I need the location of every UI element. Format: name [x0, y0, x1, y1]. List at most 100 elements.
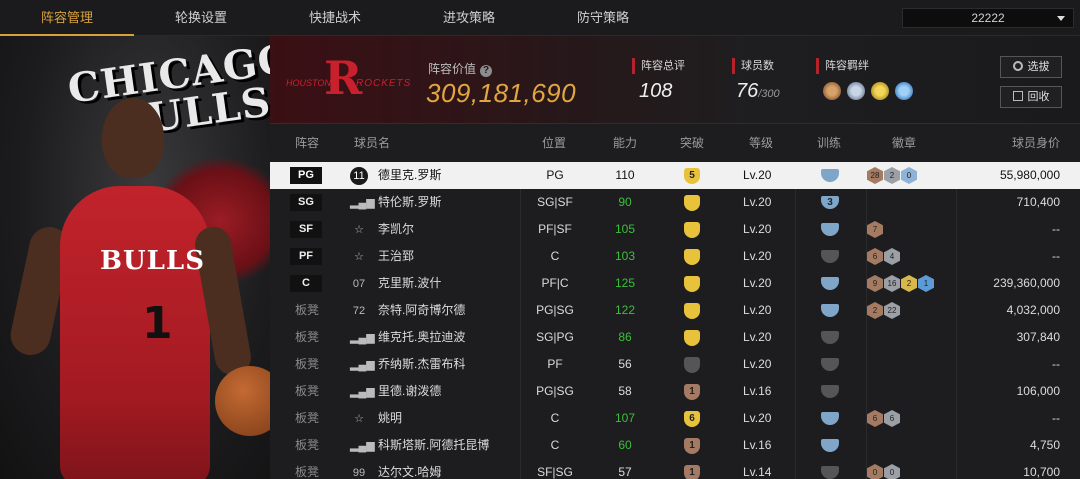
bench-label: 板凳 — [295, 465, 320, 479]
breakthrough-value: 5 — [689, 170, 695, 181]
player-number-icon: 11 — [350, 167, 368, 185]
table-row[interactable]: SF ☆ 李凯尔 PF|SF 105 Lv.20 7 -- — [270, 216, 1080, 243]
player-name[interactable]: 克里斯.波什 — [378, 270, 441, 297]
recycle-button[interactable]: 回收 — [1000, 86, 1062, 108]
player-level: Lv.20 — [743, 222, 772, 236]
col-position[interactable]: 位置 — [542, 124, 566, 162]
training-icon — [821, 466, 839, 479]
bench-label: 板凳 — [295, 438, 320, 452]
tab-defense[interactable]: 防守策略 — [536, 0, 670, 36]
player-level: Lv.20 — [743, 330, 772, 344]
table-row[interactable]: 板凳 ☆ 姚明 C 107 6 Lv.20 6 6 -- — [270, 405, 1080, 432]
col-ability[interactable]: 能力 — [613, 124, 637, 162]
table-row[interactable]: 板凳 ▂▄▆ 里德.谢泼德 PG|SG 58 1 Lv.16 106,000 — [270, 378, 1080, 405]
table-row[interactable]: 板凳 ▂▄▆ 科斯塔斯.阿德托昆博 C 60 1 Lv.16 4,750 — [270, 432, 1080, 459]
player-ability: 105 — [614, 222, 636, 236]
table-row[interactable]: PG 11 德里克.罗斯 PG 110 5 Lv.20 28 2 0 55,980,000 — [270, 162, 1080, 189]
player-position: SF|SG — [537, 465, 573, 479]
lineup-value-label: 阵容价值? — [428, 60, 493, 77]
draft-button[interactable]: 选拔 — [1000, 56, 1062, 78]
tab-offense[interactable]: 进攻策略 — [402, 0, 536, 36]
player-name[interactable]: 姚明 — [378, 405, 402, 432]
player-name[interactable]: 特伦斯.罗斯 — [378, 189, 441, 216]
badge-icon: 0 — [884, 464, 900, 479]
training-icon — [821, 169, 839, 182]
lineup-value-label-text: 阵容价值 — [428, 62, 477, 76]
badge-group: 64 — [867, 248, 900, 265]
table-row[interactable]: SG ▂▄▆ 特伦斯.罗斯 SG|SF 90 Lv.20 3 710,400 — [270, 189, 1080, 216]
badge-icon: 28 — [867, 167, 883, 184]
player-name[interactable]: 达尔文.哈姆 — [378, 459, 441, 479]
jersey-number: 1 — [142, 298, 173, 349]
badge-icon: 0 — [867, 464, 883, 479]
lineup-screen: 阵容管理 轮换设置 快捷战术 进攻策略 防守策略 22222 CHICAGO B… — [0, 0, 1080, 479]
player-name[interactable]: 李凯尔 — [378, 216, 414, 243]
slot-label: C — [290, 275, 322, 292]
breakthrough-icon: 1 — [684, 384, 700, 400]
training-icon — [821, 304, 839, 317]
recycle-icon — [1012, 91, 1023, 101]
player-head — [102, 98, 164, 178]
player-position: PG — [546, 168, 564, 182]
table-row[interactable]: 板凳 ▂▄▆ 乔纳斯.杰雷布科 PF 56 Lv.20 -- — [270, 351, 1080, 378]
player-position: PF — [547, 357, 563, 371]
player-position: C — [550, 411, 560, 425]
table-row[interactable]: 板凳 ▂▄▆ 维克托.奥拉迪波 SG|PG 86 Lv.20 307,840 — [270, 324, 1080, 351]
team-header: HOUSTON R ROCKETS 阵容价值? 309,181,690 阵容总评… — [270, 36, 1080, 124]
player-name[interactable]: 里德.谢泼德 — [378, 378, 441, 405]
player-level: Lv.20 — [743, 249, 772, 263]
badge-icon: 6 — [867, 410, 883, 427]
player-name[interactable]: 科斯塔斯.阿德托昆博 — [378, 432, 489, 459]
player-level: Lv.20 — [743, 276, 772, 290]
badge-icon: 22 — [884, 302, 900, 319]
player-name[interactable]: 维克托.奥拉迪波 — [378, 324, 465, 351]
table-row[interactable]: PF ☆ 王治郅 C 103 Lv.20 6 4 -- — [270, 243, 1080, 270]
player-salary: -- — [1052, 222, 1060, 236]
table-row[interactable]: C 07 克里斯.波什 PF|C 125 Lv.20 9 16 2 1 239,360,000 — [270, 270, 1080, 297]
table-row[interactable]: 板凳 99 达尔文.哈姆 SF|SG 57 1 Lv.14 0 0 10,700 — [270, 459, 1080, 479]
player-name[interactable]: 奈特.阿奇博尔德 — [378, 297, 465, 324]
player-salary: 710,400 — [1016, 195, 1060, 209]
overall-label: 阵容总评 — [632, 58, 685, 74]
training-icon — [821, 277, 839, 290]
player-count-max: /300 — [758, 88, 780, 100]
bench-label: 板凳 — [295, 303, 320, 317]
slot-label: PF — [290, 248, 322, 265]
table-row[interactable]: 板凳 72 奈特.阿奇博尔德 PG|SG 122 Lv.20 2 22 4,032,000 — [270, 297, 1080, 324]
signal-bars-icon: ▂▄▆ — [350, 386, 375, 398]
bond-icon-2[interactable] — [847, 82, 865, 100]
tab-lineup[interactable]: 阵容管理 — [0, 0, 134, 36]
col-breakthrough[interactable]: 突破 — [680, 124, 704, 162]
col-salary[interactable]: 球员身价 — [1012, 124, 1060, 162]
bond-icon-1[interactable] — [823, 82, 841, 100]
help-icon[interactable]: ? — [480, 65, 493, 77]
player-number-icon: 99 — [352, 467, 366, 479]
player-name[interactable]: 王治郅 — [378, 243, 414, 270]
bond-icon-3[interactable] — [871, 82, 889, 100]
col-level[interactable]: 等级 — [749, 124, 773, 162]
col-badges[interactable]: 徽章 — [892, 124, 916, 162]
player-name[interactable]: 德里克.罗斯 — [378, 162, 441, 189]
col-training[interactable]: 训练 — [817, 124, 841, 162]
bond-icon-4[interactable] — [895, 82, 913, 100]
breakthrough-icon — [684, 249, 700, 265]
overall-value: 108 — [639, 80, 673, 102]
breakthrough-value: 1 — [689, 440, 695, 451]
account-select[interactable]: 22222 — [902, 8, 1074, 28]
breakthrough-icon — [684, 357, 700, 373]
player-ability: 107 — [614, 411, 636, 425]
player-ability: 122 — [614, 303, 636, 317]
badge-group: 28 2 0 — [867, 167, 917, 184]
player-name[interactable]: 乔纳斯.杰雷布科 — [378, 351, 465, 378]
player-ability: 56 — [618, 357, 632, 371]
signal-bars-icon: ▂▄▆ — [350, 440, 375, 452]
player-number-icon: 72 — [352, 305, 366, 317]
tab-quick-tactics[interactable]: 快捷战术 — [268, 0, 402, 36]
player-ability: 90 — [618, 195, 632, 209]
table-header: 阵容 球员名 位置 能力 突破 等级 训练 徽章 球员身价 — [270, 124, 1080, 162]
breakthrough-icon: 5 — [684, 168, 700, 184]
tab-rotation[interactable]: 轮换设置 — [134, 0, 268, 36]
player-salary: 106,000 — [1016, 384, 1060, 398]
player-position: PG|SG — [536, 303, 574, 317]
badge-icon: 0 — [901, 167, 917, 184]
